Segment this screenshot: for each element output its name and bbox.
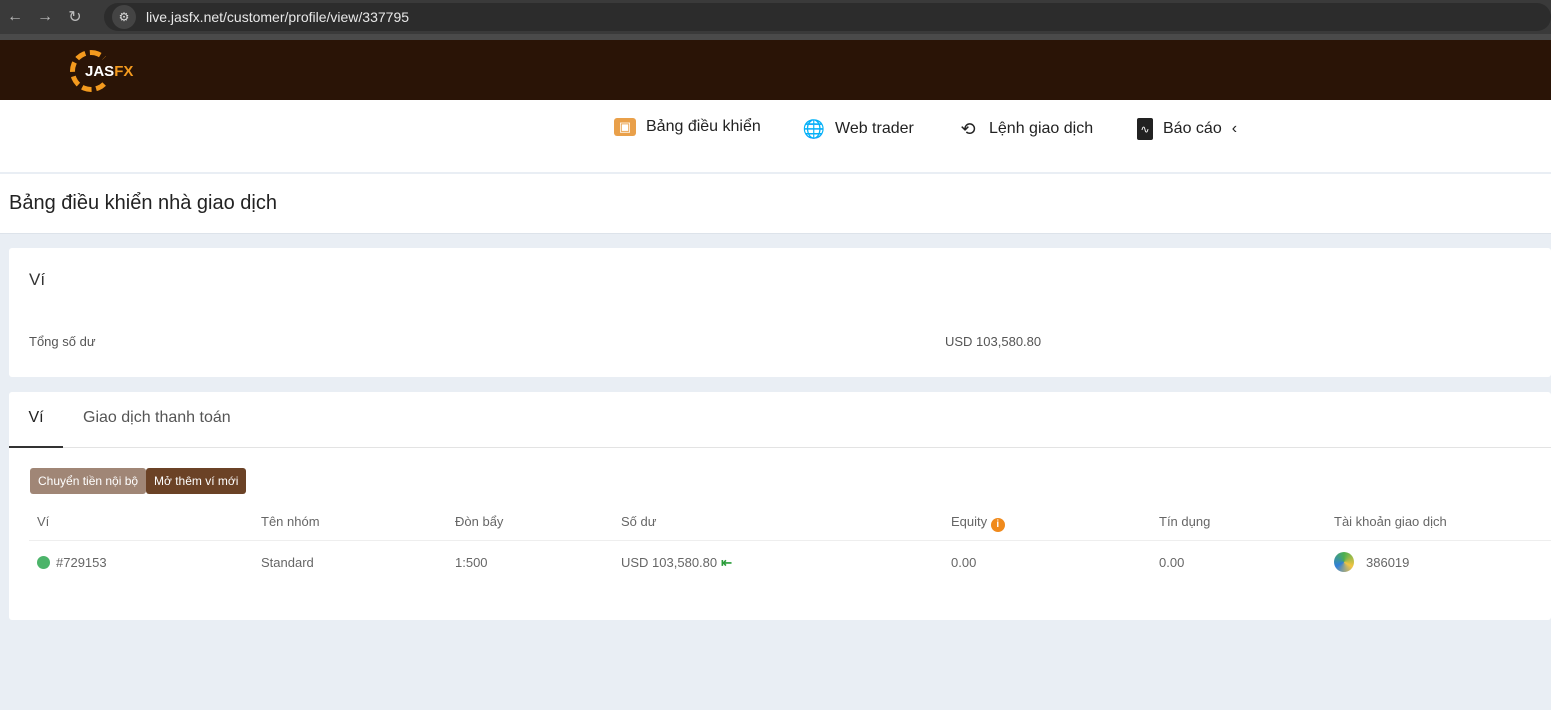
new-wallet-button[interactable]: Mở thêm ví mới bbox=[146, 468, 247, 494]
col-header-group: Tên nhóm bbox=[261, 514, 320, 529]
col-header-wallet: Ví bbox=[37, 514, 50, 529]
group-cell: Standard bbox=[261, 555, 314, 570]
main-menu: ▣ Bảng điều khiển 🌐 Web trader ⟲ Lệnh giao … bbox=[0, 100, 1551, 172]
page-title: Bảng điều khiển nhà giao dịch bbox=[0, 174, 1551, 234]
report-icon: ∿ bbox=[1137, 118, 1153, 140]
menu-web-trader[interactable]: 🌐 Web trader bbox=[803, 118, 914, 140]
balance-cell: USD 103,580.80 ⇤ bbox=[621, 555, 733, 570]
forward-icon[interactable]: → bbox=[30, 8, 60, 26]
chevron-left-icon: ‹ bbox=[1231, 120, 1238, 137]
col-header-balance: Số dư bbox=[621, 514, 657, 529]
tab-wallet[interactable]: Ví bbox=[9, 392, 63, 448]
col-header-trading-account: Tài khoản giao dịch bbox=[1334, 514, 1447, 529]
globe-icon: 🌐 bbox=[802, 118, 826, 139]
internal-transfer-button[interactable]: Chuyển tiền nội bộ bbox=[30, 468, 147, 494]
menu-dashboard[interactable]: ▣ Bảng điều khiển bbox=[614, 118, 761, 136]
metatrader-icon bbox=[1334, 552, 1354, 572]
reload-icon[interactable]: ↻ bbox=[60, 7, 90, 27]
menu-reports[interactable]: ∿ Báo cáo ‹ bbox=[1137, 118, 1237, 140]
tab-payment-transactions[interactable]: Giao dịch thanh toán bbox=[83, 392, 231, 448]
back-icon[interactable]: ← bbox=[0, 8, 30, 26]
leverage-cell: 1:500 bbox=[455, 555, 488, 570]
col-header-equity: Equity i bbox=[951, 514, 1005, 532]
total-balance-label: Tổng số dư bbox=[29, 334, 96, 349]
col-header-credit: Tín dụng bbox=[1159, 514, 1211, 529]
jasfx-logo[interactable]: JASFX bbox=[70, 50, 140, 92]
wallet-table-card: Ví Giao dịch thanh toán Chuyển tiền nội … bbox=[9, 392, 1551, 620]
trading-account-cell[interactable]: 386019 bbox=[1334, 552, 1409, 572]
browser-bar: ← → ↻ ⚙ live.jasfx.net/customer/profile/… bbox=[0, 0, 1551, 34]
url-text: live.jasfx.net/customer/profile/view/337… bbox=[146, 9, 410, 25]
equity-cell: 0.00 bbox=[951, 555, 977, 570]
top-bar: JASFX bbox=[0, 40, 1551, 100]
withdraw-icon[interactable]: ⇤ bbox=[721, 555, 732, 570]
status-dot-icon bbox=[37, 556, 50, 569]
id-card-icon: ▣ bbox=[614, 118, 636, 136]
total-balance-value: USD 103,580.80 bbox=[945, 334, 1042, 349]
wallet-id[interactable]: #729153 bbox=[37, 555, 107, 570]
credit-cell: 0.00 bbox=[1159, 555, 1185, 570]
history-icon: ⟲ bbox=[960, 118, 976, 139]
address-bar[interactable]: ⚙ live.jasfx.net/customer/profile/view/3… bbox=[104, 3, 1551, 31]
wallet-card-title: Ví bbox=[29, 270, 46, 289]
col-header-leverage: Đòn bẩy bbox=[455, 514, 504, 529]
menu-orders[interactable]: ⟲ Lệnh giao dịch bbox=[957, 118, 1093, 140]
wallet-summary-card: Ví Tổng số dư USD 103,580.80 bbox=[9, 248, 1551, 377]
info-icon[interactable]: i bbox=[990, 518, 1005, 532]
site-settings-icon[interactable]: ⚙ bbox=[112, 5, 136, 29]
